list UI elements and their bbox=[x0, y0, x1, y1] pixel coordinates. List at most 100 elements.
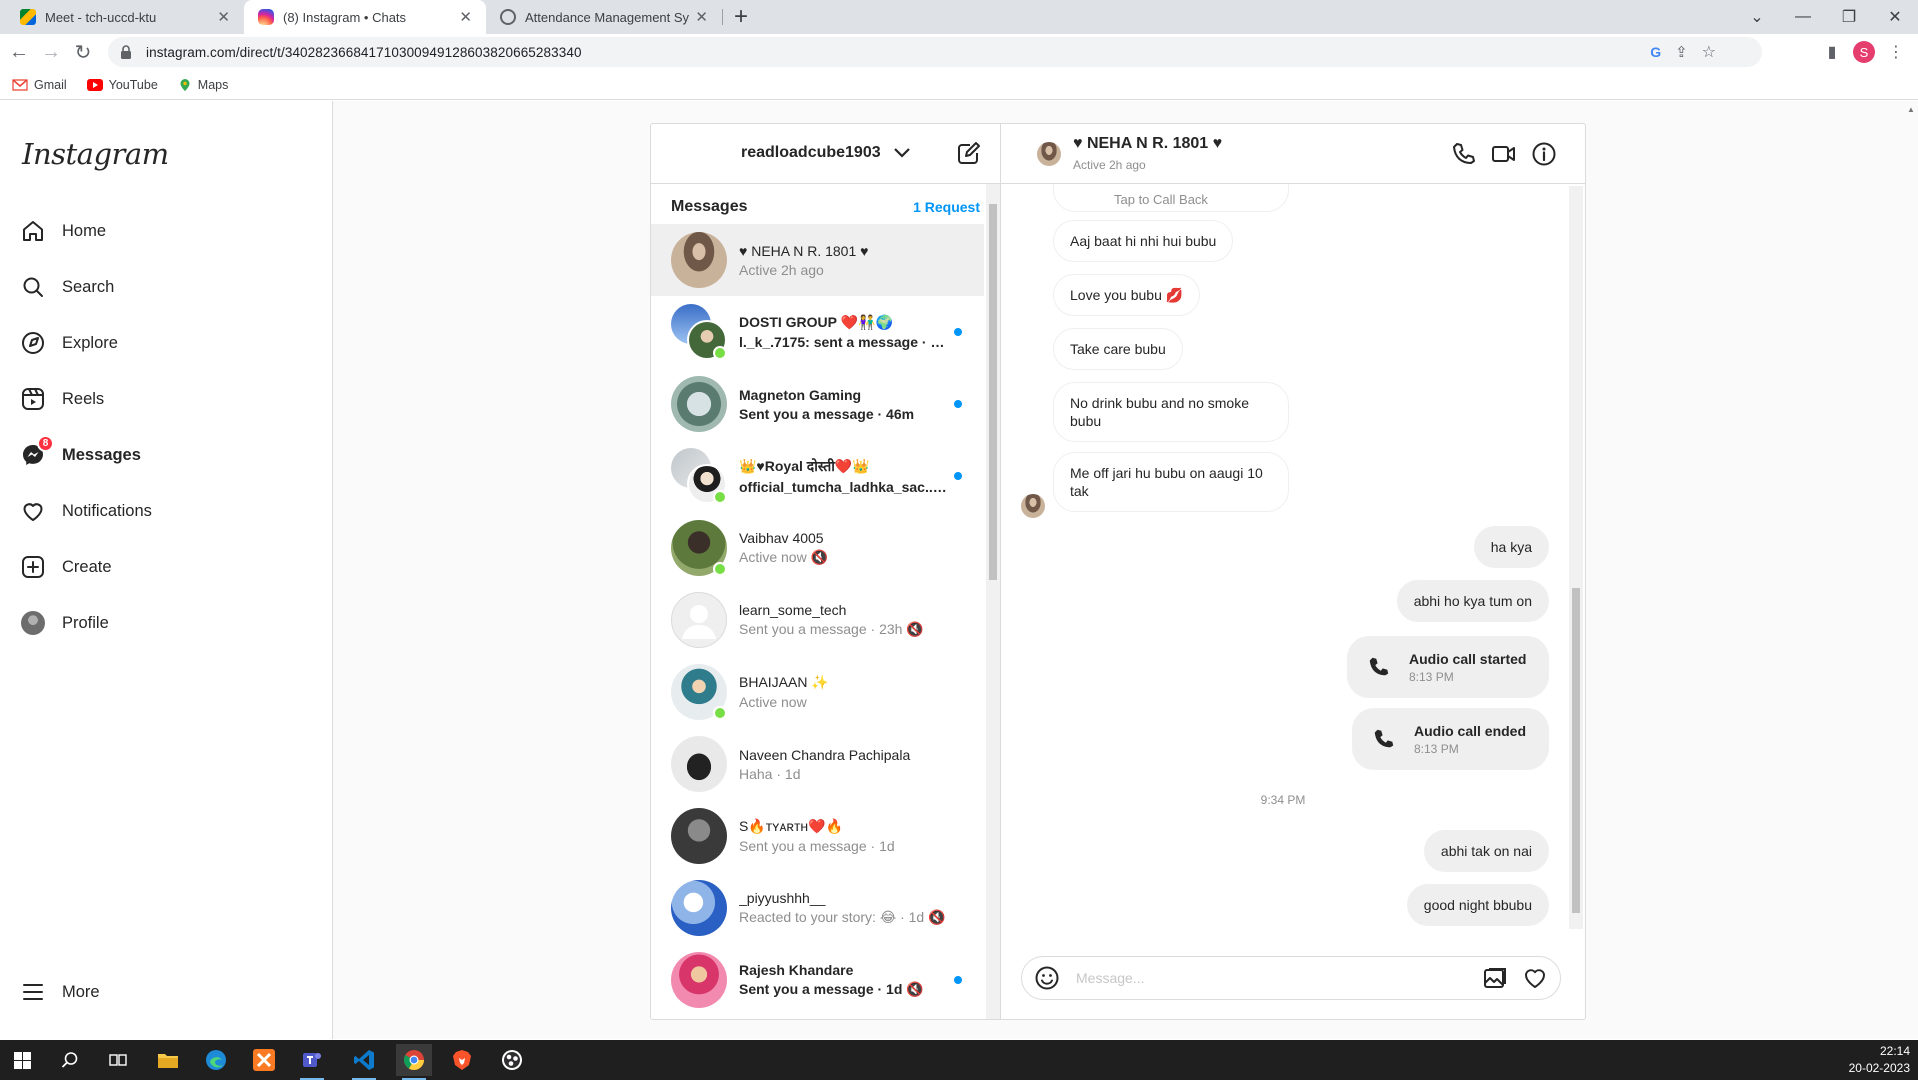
unread-dot bbox=[954, 328, 962, 336]
xampp-icon[interactable] bbox=[246, 1044, 282, 1076]
bookmark-youtube[interactable]: YouTube bbox=[86, 78, 158, 92]
list-item[interactable]: S🔥ᴛʏᴀʀᴛʜ❤️🔥 Sent you a message · 1d bbox=[651, 800, 984, 872]
tab-attendance[interactable]: Attendance Management System ✕ bbox=[486, 0, 722, 34]
list-item[interactable]: BHAIJAAN ✨ Active now bbox=[651, 656, 984, 728]
page-scrollbar[interactable]: ▲ bbox=[1904, 101, 1918, 1039]
chrome-icon[interactable] bbox=[396, 1044, 432, 1080]
message-timestamp: 9:34 PM bbox=[1260, 793, 1306, 807]
list-item[interactable]: learn_some_tech Sent you a message · 23h … bbox=[651, 584, 984, 656]
restore-icon[interactable]: ❐ bbox=[1826, 0, 1872, 34]
close-icon[interactable]: ✕ bbox=[459, 8, 472, 26]
tab-meet[interactable]: Meet - tch-uccd-ktu ✕ bbox=[6, 0, 244, 34]
sidebar-item-search[interactable]: Search bbox=[20, 267, 114, 307]
youtube-icon bbox=[86, 78, 103, 91]
message-bubble[interactable]: No drink bubu and no smoke bubu bbox=[1053, 382, 1289, 442]
direct-inbox: readloadcube1903 Messages 1 Request ♥ NE… bbox=[650, 123, 1586, 1020]
profile-avatar bbox=[20, 610, 46, 636]
conversation-panel: readloadcube1903 Messages 1 Request ♥ NE… bbox=[651, 124, 1001, 1019]
message-bubble[interactable]: Love you bubu 💋 bbox=[1053, 274, 1201, 316]
close-icon[interactable]: ✕ bbox=[695, 8, 708, 26]
tab-search-icon[interactable]: ⌄ bbox=[1734, 0, 1780, 34]
list-item[interactable]: 👑♥Royal दोस्ती❤️👑 official_tumcha_ladhka_… bbox=[651, 440, 984, 512]
unread-badge: 8 bbox=[37, 435, 54, 452]
call-bubble[interactable]: Audio call started 8:13 PM bbox=[1347, 636, 1549, 698]
search-icon[interactable] bbox=[52, 1044, 88, 1076]
sidebar-item-profile[interactable]: Profile bbox=[20, 603, 109, 643]
file-explorer-icon[interactable] bbox=[150, 1044, 186, 1076]
list-item[interactable]: Rajesh Khandare Sent you a message · 1d 🔇 bbox=[651, 944, 984, 1016]
message-bubble-sent[interactable]: ha kya bbox=[1473, 526, 1549, 568]
bookmarks-bar: Gmail YouTube Maps bbox=[0, 70, 1918, 100]
sidebar-item-explore[interactable]: Explore bbox=[20, 323, 118, 363]
obs-icon[interactable] bbox=[494, 1044, 530, 1076]
address-bar[interactable]: instagram.com/direct/t/34028236684171030… bbox=[108, 37, 1762, 67]
list-item[interactable]: Vaibhav 4005 Active now 🔇 bbox=[651, 512, 984, 584]
message-thread: Tap to Call Back Aaj baat hi nhi hui bub… bbox=[1001, 184, 1585, 929]
requests-link[interactable]: 1 Request bbox=[913, 199, 980, 215]
list-item[interactable]: _piyyushhh__ Reacted to your story: 😂 · 1… bbox=[651, 872, 984, 944]
account-switcher[interactable]: readloadcube1903 bbox=[741, 144, 911, 162]
list-item[interactable]: DOSTI GROUP ❤️👫🌍 l._k_.7175: sent a messa… bbox=[651, 296, 984, 368]
chat-title[interactable]: ♥ NEHA N R. 1801 ♥ bbox=[1073, 135, 1222, 153]
minimize-icon[interactable]: — bbox=[1780, 0, 1826, 34]
emoji-icon[interactable] bbox=[1034, 965, 1060, 991]
close-icon[interactable]: ✕ bbox=[217, 8, 230, 26]
tab-instagram[interactable]: (8) Instagram • Chats ✕ bbox=[244, 0, 486, 34]
chat-panel: ♥ NEHA N R. 1801 ♥ Active 2h ago Tap to … bbox=[1001, 124, 1585, 1019]
tab-title: Attendance Management System bbox=[525, 9, 690, 25]
side-panel-icon[interactable]: ▮ bbox=[1818, 38, 1846, 66]
conversation-scrollbar[interactable] bbox=[986, 184, 1000, 1019]
message-bubble[interactable]: Aaj baat hi nhi hui bubu bbox=[1053, 220, 1234, 262]
call-bubble[interactable]: Audio call ended 8:13 PM bbox=[1352, 708, 1549, 770]
google-icon[interactable]: G bbox=[1650, 44, 1661, 60]
list-item[interactable]: Naveen Chandra Pachipala Haha · 1d bbox=[651, 728, 984, 800]
teams-icon[interactable] bbox=[294, 1044, 330, 1080]
info-icon[interactable] bbox=[1531, 141, 1557, 167]
instagram-logo[interactable]: Instagram bbox=[22, 137, 169, 171]
message-bubble-sent[interactable]: abhi ho kya tum on bbox=[1396, 580, 1549, 622]
phone-icon[interactable] bbox=[1451, 141, 1477, 167]
windows-start-icon[interactable] bbox=[4, 1044, 40, 1076]
message-bubble[interactable]: Me off jari hu bubu on aaugi 10 tak bbox=[1053, 452, 1289, 512]
sidebar-item-messages[interactable]: 8 Messages bbox=[20, 435, 141, 475]
compose-icon[interactable] bbox=[955, 141, 981, 167]
vscode-icon[interactable] bbox=[346, 1044, 382, 1080]
video-icon[interactable] bbox=[1491, 141, 1517, 167]
system-clock[interactable]: 22:14 20-02-2023 bbox=[1849, 1043, 1910, 1077]
sidebar-item-more[interactable]: More bbox=[20, 972, 100, 1012]
list-item[interactable]: Magneton Gaming Sent you a message · 46m bbox=[651, 368, 984, 440]
list-item[interactable]: ♥ NEHA N R. 1801 ♥ Active 2h ago bbox=[651, 224, 984, 296]
message-bubble-sent[interactable]: abhi tak on nai bbox=[1423, 830, 1549, 872]
new-tab-button[interactable]: + bbox=[734, 3, 748, 31]
message-bubble[interactable]: Tap to Call Back bbox=[1053, 184, 1289, 212]
back-icon[interactable]: ← bbox=[6, 39, 32, 65]
profile-avatar[interactable]: S bbox=[1850, 38, 1878, 66]
edge-icon[interactable] bbox=[198, 1044, 234, 1076]
window-close-icon[interactable]: ✕ bbox=[1872, 0, 1918, 34]
phone-icon bbox=[1369, 657, 1389, 676]
heart-icon[interactable] bbox=[1522, 965, 1548, 991]
compass-icon bbox=[20, 330, 46, 356]
bookmark-maps[interactable]: Maps bbox=[178, 78, 228, 92]
unread-dot bbox=[954, 400, 962, 408]
sidebar-item-create[interactable]: Create bbox=[20, 547, 112, 587]
message-bubble[interactable]: Take care bubu bbox=[1053, 328, 1183, 370]
avatar bbox=[671, 592, 727, 648]
menu-icon[interactable]: ⋮ bbox=[1882, 38, 1910, 66]
task-view-icon[interactable] bbox=[100, 1044, 136, 1076]
windows-taskbar: 22:14 20-02-2023 bbox=[0, 1040, 1918, 1080]
sidebar-item-home[interactable]: Home bbox=[20, 211, 106, 251]
message-bubble-sent[interactable]: good night bbubu bbox=[1406, 884, 1549, 926]
brave-icon[interactable] bbox=[444, 1044, 480, 1076]
avatar[interactable] bbox=[1037, 142, 1061, 166]
reload-icon[interactable]: ↻ bbox=[70, 39, 96, 65]
thread-scrollbar[interactable] bbox=[1569, 186, 1583, 929]
share-icon[interactable]: ⇪ bbox=[1675, 43, 1688, 61]
image-icon[interactable] bbox=[1482, 965, 1508, 991]
message-input[interactable] bbox=[1076, 970, 1468, 986]
sidebar-item-notifications[interactable]: Notifications bbox=[20, 491, 152, 531]
bookmark-gmail[interactable]: Gmail bbox=[12, 78, 67, 92]
forward-icon[interactable]: → bbox=[38, 39, 64, 65]
bookmark-star-icon[interactable]: ☆ bbox=[1702, 42, 1716, 62]
sidebar-item-reels[interactable]: Reels bbox=[20, 379, 104, 419]
